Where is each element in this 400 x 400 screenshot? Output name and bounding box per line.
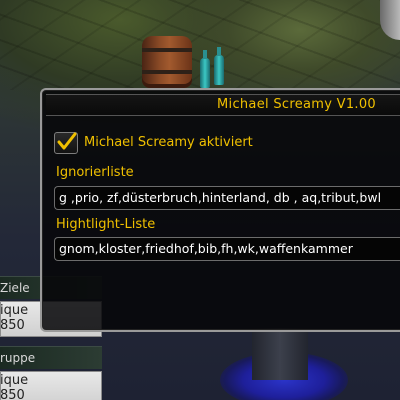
game-scene: Ziele ique 850 ruppe ique 850 Michael Sc… — [0, 0, 400, 400]
bottle — [200, 50, 210, 88]
side-card-name: ique — [0, 373, 29, 388]
side-frame-card[interactable]: ique 850 — [0, 371, 102, 400]
side-card-value: 850 — [0, 318, 25, 333]
bottle — [214, 47, 224, 85]
ignore-list-value: g ,prio, zf,düsterbruch,hinterland, db ,… — [59, 190, 382, 205]
ignore-list-label: Ignorierliste — [56, 165, 134, 180]
barrel — [142, 36, 192, 88]
enable-checkbox-label[interactable]: Michael Screamy aktiviert — [84, 135, 253, 150]
enable-checkbox[interactable] — [54, 132, 78, 154]
side-frame-header-label: ruppe — [0, 351, 36, 365]
title-bar[interactable]: Michael Screamy V1.00 — [46, 94, 400, 116]
ignore-list-input[interactable]: g ,prio, zf,düsterbruch,hinterland, db ,… — [54, 186, 400, 210]
highlight-list-value: gnom,kloster,friedhof,bib,fh,wk,waffenka… — [59, 241, 353, 256]
side-frame-header: ruppe — [0, 346, 102, 369]
addon-settings-window: Michael Screamy V1.00 Michael Screamy ak… — [40, 88, 400, 332]
pedestal — [252, 328, 308, 380]
highlight-list-input[interactable]: gnom,kloster,friedhof,bib,fh,wk,waffenka… — [54, 237, 400, 261]
check-icon — [57, 132, 77, 150]
side-card-value: 850 — [0, 388, 25, 400]
window-title: Michael Screamy V1.00 — [217, 97, 376, 112]
side-card-name: ique — [0, 303, 29, 318]
highlight-list-label: Hightlight-Liste — [56, 217, 156, 232]
